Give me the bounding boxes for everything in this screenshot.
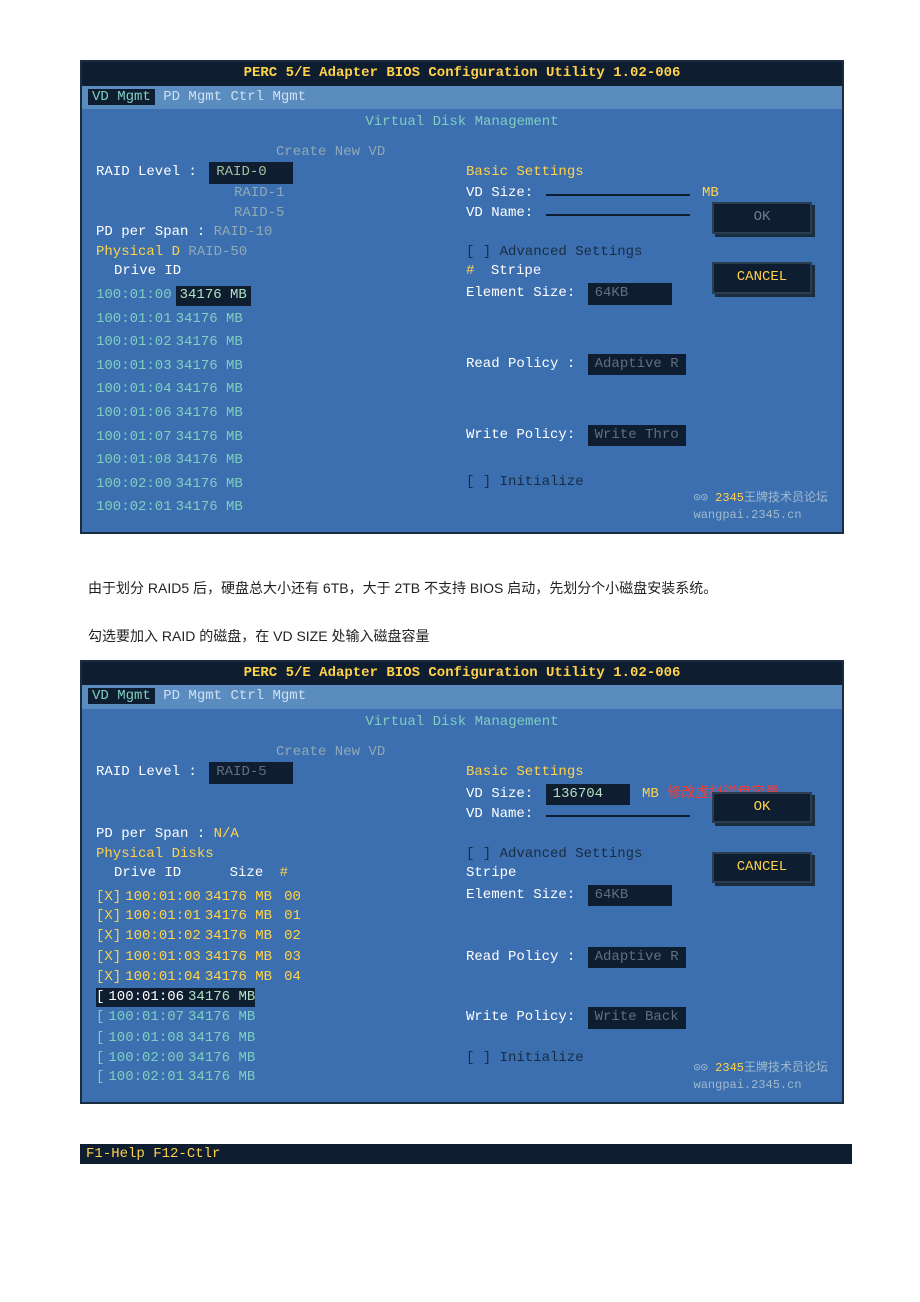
read-policy-value[interactable]: Adaptive R <box>588 947 686 969</box>
vd-name-input[interactable] <box>546 815 690 817</box>
watermark: ⊙⊙ 2345王牌技术员论坛 wangpai.2345.cn <box>694 1060 828 1094</box>
drive-row[interactable]: [X]100:01:0334176 MB03 <box>96 948 466 968</box>
raid-opt-4[interactable]: RAID-50 <box>188 244 247 260</box>
raid-opt-1[interactable]: RAID-1 <box>234 185 284 201</box>
vd-size-label: VD Size: <box>466 786 533 802</box>
cancel-button[interactable]: CANCEL <box>712 262 812 294</box>
drive-row[interactable]: [X]100:01:0134176 MB01 <box>96 907 466 927</box>
drive-id-header: Drive ID <box>114 865 181 881</box>
physical-disks-label: Physical D <box>96 244 180 260</box>
bios-screenshot-2: PERC 5/E Adapter BIOS Configuration Util… <box>80 660 844 1104</box>
basic-settings-label: Basic Settings <box>466 764 584 780</box>
drive-row-selected[interactable]: [ 100:01:0634176 MB <box>96 988 255 1008</box>
pd-per-span-label: PD per Span : <box>96 826 205 842</box>
element-size-label: Element Size: <box>466 285 575 301</box>
vd-name-label: VD Name: <box>466 205 533 221</box>
create-new-vd: Create New VD <box>276 743 828 763</box>
initialize-label[interactable]: [ ] Initialize <box>466 474 584 490</box>
drive-row[interactable]: 100:02:0034176 MB <box>96 475 466 495</box>
create-new-vd: Create New VD <box>276 143 828 163</box>
menu-pd[interactable]: PD Mgmt <box>163 89 222 105</box>
write-policy-value[interactable]: Write Back <box>588 1007 686 1029</box>
vd-size-input[interactable] <box>546 194 690 196</box>
drive-row[interactable]: 100:01:0234176 MB <box>96 333 466 353</box>
doc-paragraph-1: 由于划分 RAID5 后，硬盘总大小还有 6TB，大于 2TB 不支持 BIOS… <box>88 574 840 602</box>
element-size-value[interactable]: 64KB <box>588 283 672 305</box>
vd-size-label: VD Size: <box>466 185 533 201</box>
drive-row[interactable]: 100:01:0834176 MB <box>96 451 466 471</box>
menu-vd[interactable]: VD Mgmt <box>88 89 155 105</box>
read-policy-label: Read Policy : <box>466 949 575 965</box>
size-header: Size <box>230 865 264 881</box>
raid-level-value[interactable]: RAID-0 <box>209 162 293 184</box>
raid-level-value[interactable]: RAID-5 <box>209 762 293 784</box>
bios-menubar[interactable]: VD Mgmt PD Mgmt Ctrl Mgmt <box>82 86 842 110</box>
drive-row[interactable]: [ 100:02:0134176 MB <box>96 1068 466 1088</box>
vd-size-unit: MB <box>642 786 659 802</box>
write-policy-value[interactable]: Write Thro <box>588 425 686 447</box>
read-policy-label: Read Policy : <box>466 356 575 372</box>
pd-per-span-label: PD per Span : <box>96 224 205 240</box>
basic-settings-label: Basic Settings <box>466 164 584 180</box>
drive-row[interactable]: 100:01:0434176 MB <box>96 380 466 400</box>
footer-keys: F1-Help F12-Ctlr <box>80 1144 852 1164</box>
cancel-button[interactable]: CANCEL <box>712 852 812 884</box>
element-size-label: Element Size: <box>466 887 575 903</box>
drive-row[interactable]: 100:01:0634176 MB <box>96 404 466 424</box>
bios-title: PERC 5/E Adapter BIOS Configuration Util… <box>82 62 842 86</box>
ok-button[interactable]: OK <box>712 202 812 234</box>
raid-level-label: RAID Level : <box>96 164 197 180</box>
vd-name-input[interactable] <box>546 214 690 216</box>
menu-pd[interactable]: PD Mgmt <box>163 688 222 704</box>
bios-menubar[interactable]: VD Mgmt PD Mgmt Ctrl Mgmt <box>82 685 842 709</box>
drive-row[interactable]: 100:01:00 34176 MB <box>96 286 466 306</box>
drive-id-header: Drive ID <box>114 263 181 279</box>
vdm-title: Virtual Disk Management <box>82 713 842 733</box>
drive-row[interactable]: 100:01:0134176 MB <box>96 310 466 330</box>
drive-row[interactable]: [ 100:02:0034176 MB <box>96 1049 466 1069</box>
pd-per-span-value: N/A <box>214 826 239 842</box>
vd-size-input[interactable]: 136704 <box>546 784 630 806</box>
col-hash: # <box>280 865 288 881</box>
stripe-label: Stripe <box>491 263 541 279</box>
drive-row[interactable]: [X]100:01:0034176 MB00 <box>96 888 466 908</box>
watermark: ⊙⊙ 2345王牌技术员论坛 wangpai.2345.cn <box>694 490 828 524</box>
raid-opt-3[interactable]: RAID-10 <box>214 224 273 240</box>
vdm-title: Virtual Disk Management <box>82 113 842 133</box>
drive-row[interactable]: [X]100:01:0434176 MB04 <box>96 968 466 988</box>
read-policy-value[interactable]: Adaptive R <box>588 354 686 376</box>
vd-name-label: VD Name: <box>466 806 533 822</box>
adv-settings-label[interactable]: [ ] Advanced Settings <box>466 244 642 260</box>
bios-screenshot-1: PERC 5/E Adapter BIOS Configuration Util… <box>80 60 844 534</box>
ok-button[interactable]: OK <box>712 792 812 824</box>
bios-title: PERC 5/E Adapter BIOS Configuration Util… <box>82 662 842 686</box>
menu-ctrl[interactable]: Ctrl Mgmt <box>230 688 306 704</box>
stripe-label: Stripe <box>466 865 516 881</box>
element-size-value[interactable]: 64KB <box>588 885 672 907</box>
physical-disks-label: Physical Disks <box>96 846 214 862</box>
write-policy-label: Write Policy: <box>466 427 575 443</box>
doc-paragraph-2: 勾选要加入 RAID 的磁盘，在 VD SIZE 处输入磁盘容量 <box>88 622 840 650</box>
drive-row[interactable]: 100:01:0334176 MB <box>96 357 466 377</box>
drive-row[interactable]: 100:02:0134176 MB <box>96 498 466 518</box>
menu-ctrl[interactable]: Ctrl Mgmt <box>230 89 306 105</box>
drive-row[interactable]: [ 100:01:0734176 MB <box>96 1008 466 1028</box>
drive-row[interactable]: [X]100:01:0234176 MB02 <box>96 927 466 947</box>
write-policy-label: Write Policy: <box>466 1009 575 1025</box>
drive-row[interactable]: 100:01:0734176 MB <box>96 428 466 448</box>
raid-opt-2[interactable]: RAID-5 <box>234 205 284 221</box>
menu-vd[interactable]: VD Mgmt <box>88 688 155 704</box>
adv-settings-label[interactable]: [ ] Advanced Settings <box>466 846 642 862</box>
raid-level-label: RAID Level : <box>96 764 197 780</box>
drive-row[interactable]: [ 100:01:0834176 MB <box>96 1029 466 1049</box>
initialize-label[interactable]: [ ] Initialize <box>466 1050 584 1066</box>
vd-size-unit: MB <box>702 185 719 201</box>
col-hash: # <box>466 263 474 279</box>
